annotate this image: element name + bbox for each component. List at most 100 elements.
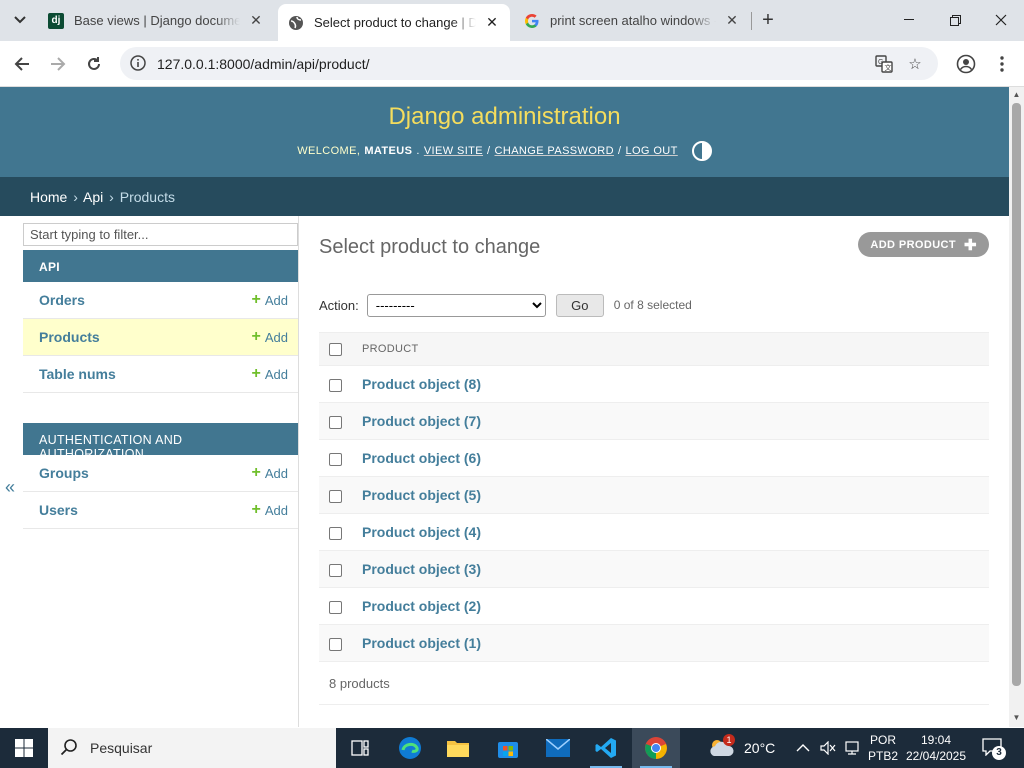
module-caption-api[interactable]: API	[23, 250, 298, 282]
add-table-nums-link[interactable]: + Add	[252, 366, 288, 382]
scroll-up-arrow-icon[interactable]: ▲	[1012, 90, 1021, 99]
table-row: Product object (1)	[319, 624, 989, 662]
bookmark-star-icon[interactable]: ☆	[905, 54, 925, 74]
file-explorer-icon[interactable]	[434, 728, 482, 768]
show-hidden-icons-chevron-icon[interactable]	[796, 728, 810, 768]
tab-title: Select product to change | Djan	[314, 15, 476, 30]
module-caption-auth[interactable]: AUTHENTICATION AND AUTHORIZATION	[23, 423, 298, 461]
action-select[interactable]: ---------	[366, 293, 546, 317]
model-link-orders[interactable]: Orders	[39, 292, 85, 308]
browser-menu-kebab-icon[interactable]	[990, 52, 1014, 76]
go-button[interactable]: Go	[555, 293, 604, 317]
add-products-link[interactable]: + Add	[252, 329, 288, 345]
selection-counter: 0 of 8 selected	[613, 298, 692, 312]
row-checkbox[interactable]	[329, 415, 342, 429]
add-orders-link[interactable]: + Add	[252, 292, 288, 308]
view-site-link[interactable]: VIEW SITE	[424, 145, 483, 157]
row-checkbox[interactable]	[329, 378, 342, 392]
theme-toggle-icon[interactable]	[691, 141, 712, 161]
browser-toolbar: 127.0.0.1:8000/admin/api/product/ G文 ☆	[0, 41, 1024, 87]
forward-arrow-icon[interactable]	[45, 51, 71, 77]
add-groups-link[interactable]: + Add	[252, 465, 288, 481]
nav-filter-input[interactable]: Start typing to filter...	[23, 223, 298, 246]
row-checkbox[interactable]	[329, 452, 342, 466]
scrollbar-thumb[interactable]	[1012, 103, 1021, 686]
table-header-row: PRODUCT	[319, 332, 989, 366]
browser-tab-django-docs[interactable]: dj Base views | Django documenta ✕	[38, 4, 274, 37]
network-icon[interactable]	[845, 728, 861, 768]
chrome-icon[interactable]	[632, 728, 680, 768]
change-password-link[interactable]: CHANGE PASSWORD	[495, 145, 614, 157]
add-label: Add	[264, 366, 288, 382]
tab-search-chevron-icon[interactable]	[8, 8, 32, 32]
breadcrumb-home-link[interactable]: Home	[30, 189, 67, 205]
row-link[interactable]: Product object (7)	[362, 413, 481, 429]
site-info-icon[interactable]	[130, 55, 146, 71]
user-tools: WELCOME, MATEUS. VIEW SITE / CHANGE PASS…	[0, 141, 1009, 161]
browser-tab-google-search[interactable]: print screen atalho windows - P ✕	[514, 4, 750, 37]
microsoft-store-icon[interactable]	[484, 728, 532, 768]
back-arrow-icon[interactable]	[9, 51, 35, 77]
row-checkbox[interactable]	[329, 526, 342, 540]
breadcrumb-app-link[interactable]: Api	[83, 189, 103, 205]
table-row: Product object (7)	[319, 402, 989, 440]
mail-icon[interactable]	[534, 728, 582, 768]
taskbar-clock[interactable]: 19:04 22/04/2025	[900, 732, 972, 764]
sidebar-collapse-toggle[interactable]: «	[5, 477, 15, 498]
profile-icon[interactable]	[954, 52, 978, 76]
add-users-link[interactable]: + Add	[252, 502, 288, 518]
minimize-window-icon[interactable]	[886, 0, 932, 40]
app-module-api: API Orders + Add Products + Add Table nums…	[23, 250, 298, 393]
globe-icon	[288, 15, 304, 31]
volume-muted-icon[interactable]	[820, 728, 836, 768]
separator: /	[617, 145, 622, 157]
vscode-icon[interactable]	[582, 728, 630, 768]
log-out-link[interactable]: LOG OUT	[625, 145, 677, 157]
close-tab-icon[interactable]: ✕	[248, 12, 264, 29]
model-link-users[interactable]: Users	[39, 502, 78, 518]
table-row: Product object (2)	[319, 587, 989, 625]
address-bar[interactable]: 127.0.0.1:8000/admin/api/product/ G文 ☆	[120, 47, 938, 80]
welcome-label: WELCOME,	[297, 145, 361, 157]
new-tab-plus-icon[interactable]: +	[756, 8, 780, 32]
row-checkbox[interactable]	[329, 600, 342, 614]
notifications-icon[interactable]: 3	[982, 728, 1006, 768]
close-window-icon[interactable]	[978, 0, 1024, 40]
reload-icon[interactable]	[81, 51, 107, 77]
row-link[interactable]: Product object (5)	[362, 487, 481, 503]
page-scrollbar[interactable]: ▲ ▼	[1009, 87, 1024, 727]
add-product-button[interactable]: ADD PRODUCT ✚	[858, 232, 989, 257]
select-all-checkbox[interactable]	[329, 342, 342, 356]
input-language-indicator[interactable]: POR PTB2	[866, 732, 900, 764]
model-link-products[interactable]: Products	[39, 329, 100, 345]
scroll-down-arrow-icon[interactable]: ▼	[1012, 713, 1021, 722]
row-checkbox[interactable]	[329, 637, 342, 651]
row-link[interactable]: Product object (6)	[362, 450, 481, 466]
close-tab-icon[interactable]: ✕	[724, 12, 740, 29]
address-url: 127.0.0.1:8000/admin/api/product/	[157, 56, 370, 72]
table-row: Product object (3)	[319, 550, 989, 588]
row-link[interactable]: Product object (4)	[362, 524, 481, 540]
windows-start-icon[interactable]	[0, 728, 48, 768]
restore-window-icon[interactable]	[932, 0, 978, 40]
column-header-product[interactable]: PRODUCT	[362, 332, 989, 366]
browser-tab-active[interactable]: Select product to change | Djan ✕	[278, 4, 510, 41]
add-label: Add	[264, 502, 288, 518]
row-link[interactable]: Product object (3)	[362, 561, 481, 577]
row-link[interactable]: Product object (1)	[362, 635, 481, 651]
edge-browser-icon[interactable]	[386, 728, 434, 768]
plus-icon: +	[251, 328, 261, 345]
app-module-auth: AUTHENTICATION AND AUTHORIZATION Groups …	[23, 423, 298, 529]
row-link[interactable]: Product object (2)	[362, 598, 481, 614]
taskbar-search-box[interactable]: Pesquisar	[48, 728, 336, 768]
model-link-table-nums[interactable]: Table nums	[39, 366, 116, 382]
row-link[interactable]: Product object (8)	[362, 376, 481, 392]
close-tab-icon[interactable]: ✕	[484, 14, 500, 31]
row-checkbox[interactable]	[329, 489, 342, 503]
weather-widget[interactable]: 1 20°C	[708, 728, 775, 768]
row-checkbox[interactable]	[329, 563, 342, 577]
model-link-groups[interactable]: Groups	[39, 465, 89, 481]
task-view-icon[interactable]	[336, 728, 384, 768]
translate-icon[interactable]: G文	[874, 54, 894, 74]
site-branding[interactable]: Django administration	[0, 87, 1009, 131]
